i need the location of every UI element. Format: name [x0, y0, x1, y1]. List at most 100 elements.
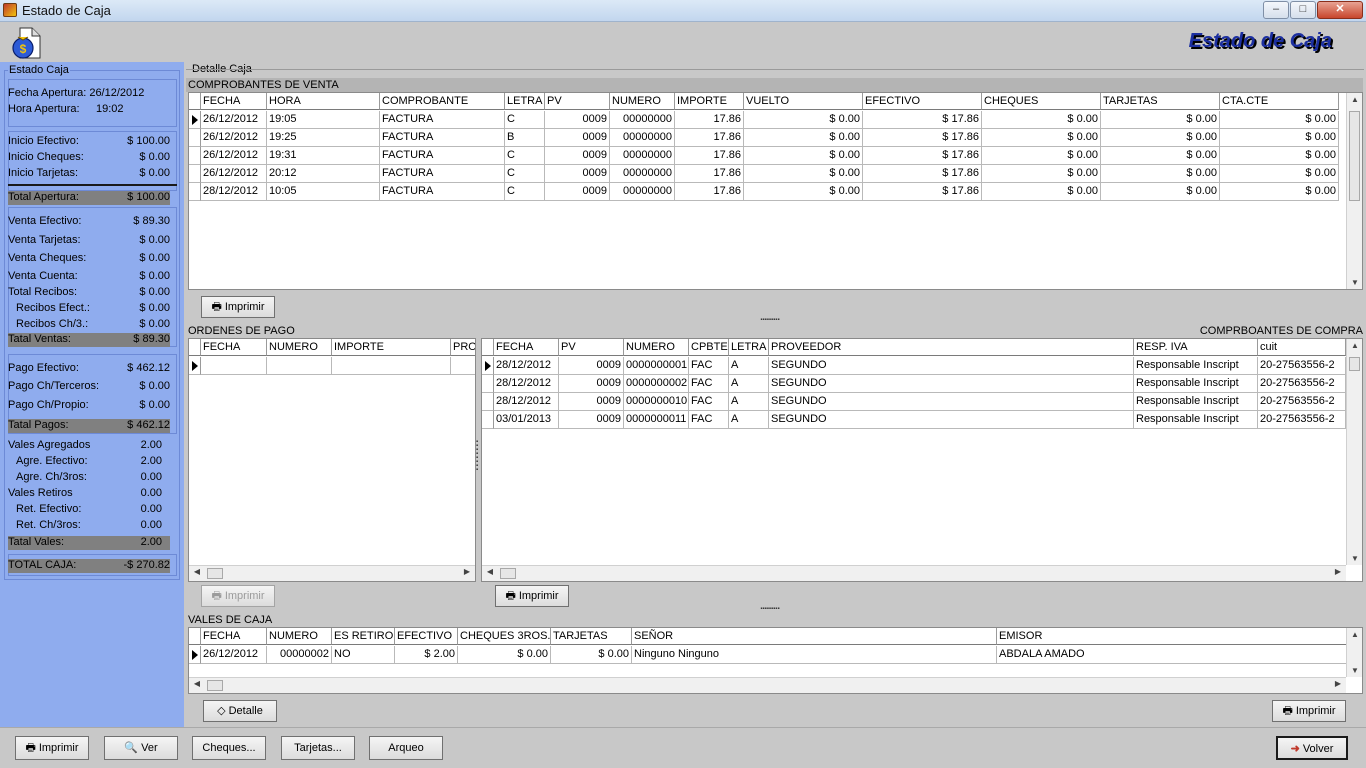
compra-cuit[interactable]: 20-27563556-2	[1258, 393, 1346, 411]
venta-efectivo[interactable]: $ 17.86	[863, 111, 982, 129]
col-numero[interactable]: NUMERO	[267, 339, 332, 356]
col-emisor[interactable]: EMISOR	[997, 628, 1347, 645]
compra-resp-iva[interactable]: Responsable Inscript	[1134, 375, 1258, 393]
venta-efectivo[interactable]: $ 17.86	[863, 165, 982, 183]
col-tarjetas[interactable]: TARJETAS	[551, 628, 632, 645]
col-numero[interactable]: NUMERO	[267, 628, 332, 645]
venta-importe[interactable]: 17.86	[675, 165, 744, 183]
compra-cpbte[interactable]: FAC	[689, 411, 729, 429]
venta-vuelto[interactable]: $ 0.00	[744, 111, 863, 129]
col-importe[interactable]: IMPORTE	[332, 339, 451, 356]
scroll-down-icon[interactable]: ▼	[1347, 278, 1362, 287]
compra-numero[interactable]: 0000000010	[624, 393, 689, 411]
col-fecha[interactable]: FECHA	[494, 339, 559, 356]
compra-proveedor[interactable]: SEGUNDO	[769, 357, 1134, 375]
compra-pv[interactable]: 0009	[559, 357, 624, 375]
venta-efectivo[interactable]: $ 17.86	[863, 129, 982, 147]
venta-numero[interactable]: 00000000	[610, 165, 675, 183]
row-indicator[interactable]	[189, 165, 201, 183]
col-es-retiro[interactable]: ES RETIRO	[332, 628, 395, 645]
col-pv[interactable]: PV	[559, 339, 624, 356]
venta-tarjetas[interactable]: $ 0.00	[1101, 183, 1220, 201]
col-cheques-3ros[interactable]: CHEQUES 3ROS.	[458, 628, 551, 645]
ordenes-hscroll[interactable]: ◀ ▶	[189, 565, 475, 581]
col-cpbte[interactable]: CPBTE	[689, 339, 729, 356]
vale-emisor[interactable]: ABDALA AMADO	[997, 646, 1347, 664]
venta-numero[interactable]: 00000000	[610, 111, 675, 129]
compra-letra[interactable]: A	[729, 393, 769, 411]
vale-es-retiro[interactable]: NO	[332, 646, 395, 664]
venta-efectivo[interactable]: $ 17.86	[863, 147, 982, 165]
close-button[interactable]: ✕	[1317, 1, 1363, 19]
col-ctacte[interactable]: CTA.CTE	[1220, 93, 1339, 110]
venta-ctacte[interactable]: $ 0.00	[1220, 183, 1339, 201]
vale-fecha[interactable]: 26/12/2012	[201, 646, 267, 664]
venta-numero[interactable]: 00000000	[610, 147, 675, 165]
venta-vuelto[interactable]: $ 0.00	[744, 183, 863, 201]
compra-letra[interactable]: A	[729, 411, 769, 429]
compra-resp-iva[interactable]: Responsable Inscript	[1134, 393, 1258, 411]
minimize-button[interactable]: –	[1263, 1, 1289, 19]
venta-importe[interactable]: 17.86	[675, 147, 744, 165]
venta-efectivo[interactable]: $ 17.86	[863, 183, 982, 201]
ver-button[interactable]: 🔍 Ver	[104, 736, 178, 760]
venta-ctacte[interactable]: $ 0.00	[1220, 147, 1339, 165]
venta-fecha[interactable]: 26/12/2012	[201, 165, 267, 183]
venta-letra[interactable]: C	[505, 183, 545, 201]
venta-hora[interactable]: 10:05	[267, 183, 380, 201]
compra-cpbte[interactable]: FAC	[689, 375, 729, 393]
scroll-left-icon[interactable]: ◀	[189, 567, 205, 576]
compra-fecha[interactable]: 28/12/2012	[494, 375, 559, 393]
col-comprobante[interactable]: COMPROBANTE	[380, 93, 505, 110]
col-fecha[interactable]: FECHA	[201, 93, 267, 110]
venta-vuelto[interactable]: $ 0.00	[744, 147, 863, 165]
compra-resp-iva[interactable]: Responsable Inscript	[1134, 357, 1258, 375]
col-pro[interactable]: PRO	[451, 339, 475, 356]
scroll-up-icon[interactable]: ▲	[1347, 341, 1362, 350]
venta-numero[interactable]: 00000000	[610, 183, 675, 201]
scroll-up-icon[interactable]: ▲	[1347, 630, 1362, 639]
venta-hora[interactable]: 20:12	[267, 165, 380, 183]
compra-numero[interactable]: 0000000001	[624, 357, 689, 375]
row-indicator[interactable]	[189, 357, 201, 375]
empty-cell[interactable]	[332, 357, 451, 375]
venta-ctacte[interactable]: $ 0.00	[1220, 165, 1339, 183]
venta-pv[interactable]: 0009	[545, 129, 610, 147]
col-hora[interactable]: HORA	[267, 93, 380, 110]
col-vuelto[interactable]: VUELTO	[744, 93, 863, 110]
scroll-right-icon[interactable]: ▶	[1330, 567, 1346, 576]
venta-pv[interactable]: 0009	[545, 165, 610, 183]
compra-proveedor[interactable]: SEGUNDO	[769, 393, 1134, 411]
ordenes-print-button[interactable]: 🖶 Imprimir	[201, 585, 275, 607]
venta-ctacte[interactable]: $ 0.00	[1220, 111, 1339, 129]
venta-fecha[interactable]: 26/12/2012	[201, 111, 267, 129]
volver-button[interactable]: ➜ Volver	[1276, 736, 1348, 760]
compra-letra[interactable]: A	[729, 357, 769, 375]
row-indicator[interactable]	[189, 129, 201, 147]
row-indicator[interactable]	[189, 646, 201, 664]
venta-vuelto[interactable]: $ 0.00	[744, 129, 863, 147]
col-pv[interactable]: PV	[545, 93, 610, 110]
ventas-print-button[interactable]: 🖶 Imprimir	[201, 296, 275, 318]
scroll-right-icon[interactable]: ▶	[1330, 679, 1346, 688]
vales-print-button[interactable]: 🖶 Imprimir	[1272, 700, 1346, 722]
venta-importe[interactable]: 17.86	[675, 129, 744, 147]
vale-numero[interactable]: 00000002	[267, 646, 332, 664]
scroll-left-icon[interactable]: ◀	[189, 679, 205, 688]
compra-numero[interactable]: 0000000002	[624, 375, 689, 393]
scroll-left-icon[interactable]: ◀	[482, 567, 498, 576]
col-efectivo[interactable]: EFECTIVO	[395, 628, 458, 645]
compra-pv[interactable]: 0009	[559, 375, 624, 393]
venta-comprobante[interactable]: FACTURA	[380, 183, 505, 201]
venta-comprobante[interactable]: FACTURA	[380, 111, 505, 129]
venta-ctacte[interactable]: $ 0.00	[1220, 129, 1339, 147]
col-importe[interactable]: IMPORTE	[675, 93, 744, 110]
vertical-splitter[interactable]: ▪ ▪ ▪ ▪ ▪ ▪ ▪ ▪	[476, 439, 480, 480]
empty-cell[interactable]	[451, 357, 475, 375]
venta-cheques[interactable]: $ 0.00	[982, 129, 1101, 147]
row-indicator[interactable]	[189, 183, 201, 201]
col-senor[interactable]: SEÑOR	[632, 628, 997, 645]
venta-tarjetas[interactable]: $ 0.00	[1101, 111, 1220, 129]
maximize-button[interactable]: □	[1290, 1, 1316, 19]
venta-vuelto[interactable]: $ 0.00	[744, 165, 863, 183]
